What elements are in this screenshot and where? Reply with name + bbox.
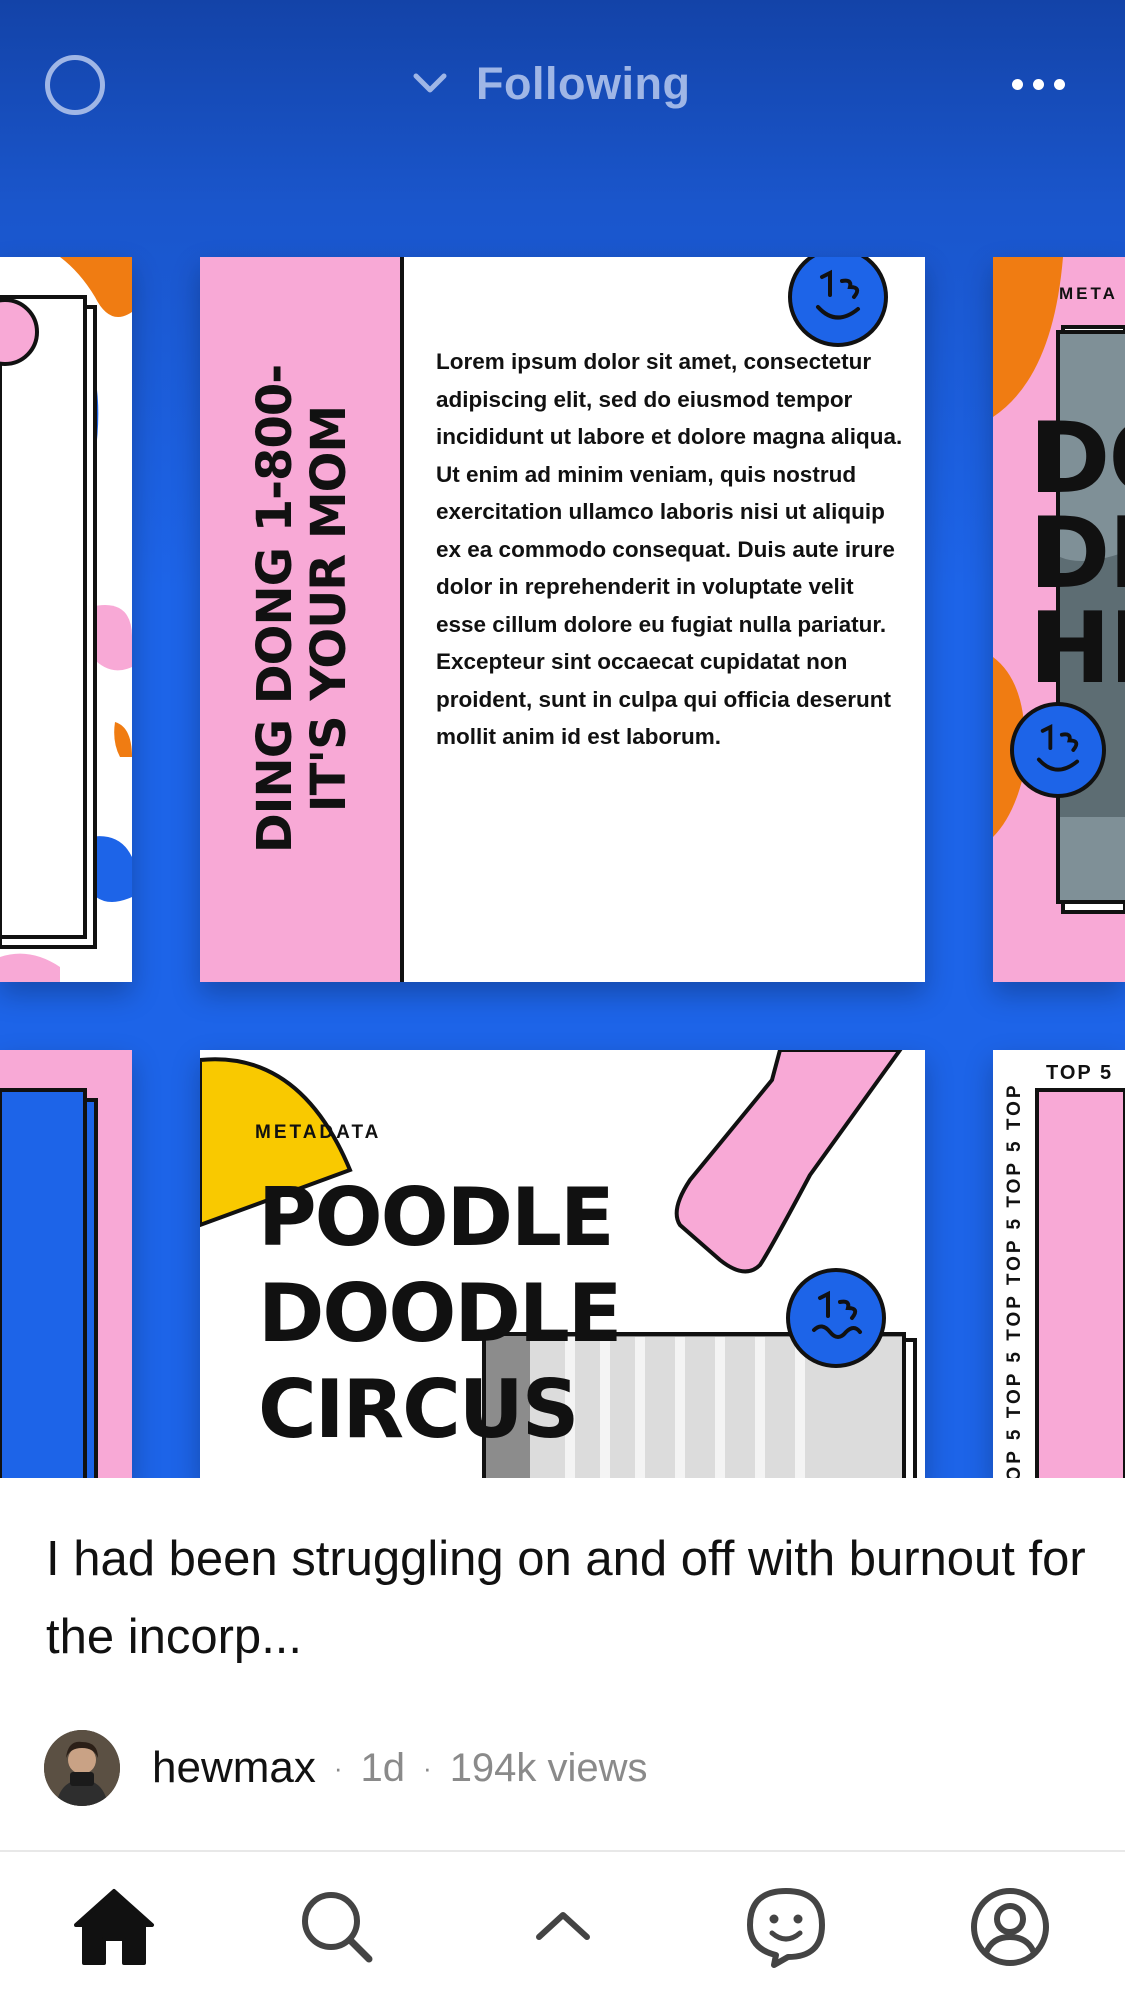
card-right-top[interactable]: META DO DI HI xyxy=(993,257,1125,982)
top-bar: Following xyxy=(0,0,1125,170)
card-top-label: TOP 5 xyxy=(1046,1062,1114,1084)
home-icon[interactable] xyxy=(69,1882,159,1972)
smiley-face-icon xyxy=(1010,702,1106,798)
more-horizontal-icon[interactable] xyxy=(1012,64,1072,104)
separator-dot: · xyxy=(423,1752,432,1783)
feed-title: Following xyxy=(476,58,691,109)
post-age: 1d xyxy=(360,1745,406,1790)
author-name[interactable]: hewmax xyxy=(152,1743,316,1793)
card-metadata-label: METADATA xyxy=(255,1122,382,1143)
card-vertical-title: DING DONG 1-800- IT'S YOUR MOM xyxy=(247,364,357,854)
card-left-bottom[interactable] xyxy=(0,1050,132,1478)
card-right-bottom[interactable]: TOP 5 5 TOP 5 TOP 5 TOP TOP 5 TOP 5 TOP xyxy=(993,1050,1125,1478)
post-caption[interactable]: I had been struggling on and off with bu… xyxy=(46,1520,1086,1676)
card-left-top[interactable] xyxy=(0,257,132,982)
feed-selector[interactable]: Following xyxy=(410,52,690,116)
post-views: 194k views xyxy=(449,1745,648,1790)
card-body-text: Lorem ipsum dolor sit amet, consectetur … xyxy=(436,349,903,749)
card-left-bottom-art xyxy=(0,1050,132,1478)
card-center-bottom[interactable]: METADATA POODLE DOODLE CIRCUS xyxy=(200,1050,925,1478)
card-center-top[interactable]: DING DONG 1-800- IT'S YOUR MOM Lorem ips… xyxy=(200,257,925,982)
avatar[interactable] xyxy=(44,1730,120,1806)
card-left-top-art xyxy=(0,257,132,982)
separator-dot: · xyxy=(333,1752,343,1783)
smiley-face-icon xyxy=(786,1268,886,1368)
card-metadata-label: META xyxy=(1059,284,1118,303)
pin-image-carousel[interactable]: DING DONG 1-800- IT'S YOUR MOM Lorem ips… xyxy=(0,0,1125,1478)
bottom-nav xyxy=(0,1850,1125,2001)
chat-face-icon[interactable] xyxy=(741,1882,831,1972)
card-bottom-title: POODLE DOODLE CIRCUS xyxy=(258,1171,622,1456)
card-vertical-repeat-text: 5 TOP 5 TOP 5 TOP TOP 5 TOP 5 TOP xyxy=(1004,1082,1025,1478)
smiley-face-icon xyxy=(788,257,888,347)
chevron-up-icon[interactable] xyxy=(518,1882,608,1972)
card-right-title: DO DI HI xyxy=(1029,402,1125,706)
profile-icon[interactable] xyxy=(965,1882,1055,1972)
post-meta-row: hewmax · 1d · 194k views xyxy=(44,1728,648,1808)
chevron-down-icon xyxy=(413,73,447,93)
search-icon[interactable] xyxy=(292,1882,382,1972)
circle-icon[interactable] xyxy=(45,55,105,115)
